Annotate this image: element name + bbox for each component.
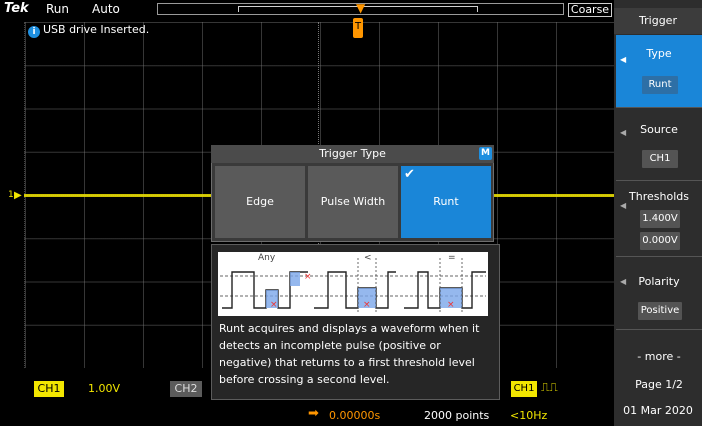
record-length: 2000 points — [424, 409, 490, 422]
run-state[interactable]: Run — [46, 2, 69, 16]
horizontal-position-icon: ➡ — [308, 406, 319, 421]
ch2-button[interactable]: CH2 — [170, 381, 202, 397]
ch1-ground-marker-icon[interactable]: ▶ — [14, 191, 22, 201]
type-value: Runt — [642, 76, 678, 94]
checkmark-icon: ✔ — [404, 167, 415, 182]
ch1-button[interactable]: CH1 — [34, 381, 64, 397]
notification-text: USB drive Inserted. — [43, 23, 150, 36]
diagram-label-any: Any — [258, 253, 276, 263]
threshold-upper-value[interactable]: 1.400V — [640, 210, 680, 228]
trigger-mode[interactable]: Auto — [92, 2, 120, 16]
side-item-thresholds[interactable]: ◀ Thresholds 1.400V 0.000V — [616, 181, 702, 257]
side-item-more[interactable]: - more - Page 1/2 — [616, 330, 702, 400]
runt-trigger-icon: ⎍⎍ — [541, 380, 558, 394]
side-menu-title: Trigger — [614, 8, 702, 34]
diagram-label-less: < — [364, 253, 372, 263]
date-display: 01 Mar 2020 — [623, 404, 693, 417]
diagram-label-equal: = — [448, 253, 456, 263]
source-label: Source — [640, 123, 678, 136]
trigger-t-icon: T — [354, 21, 362, 32]
polarity-label: Polarity — [638, 275, 680, 288]
svg-text:×: × — [304, 272, 312, 282]
side-item-type[interactable]: ◀ Type Runt — [616, 35, 702, 108]
trigger-source-badge[interactable]: CH1 — [511, 381, 537, 397]
horizontal-delay: 0.00000s — [329, 409, 381, 422]
info-icon: i — [28, 26, 40, 38]
side-item-source[interactable]: ◀ Source CH1 — [616, 108, 702, 181]
thresholds-label: Thresholds — [629, 190, 689, 203]
help-description: Runt acquires and displays a waveform wh… — [219, 322, 480, 386]
source-value: CH1 — [642, 150, 678, 168]
threshold-lower-value[interactable]: 0.000V — [640, 232, 680, 250]
runt-diagram: × × × × Any < = — [218, 252, 488, 316]
svg-text:×: × — [447, 300, 455, 310]
coarse-button[interactable]: Coarse — [568, 3, 612, 17]
edge-option-button[interactable]: Edge — [215, 166, 305, 238]
type-label: Type — [646, 47, 672, 60]
svg-text:×: × — [363, 300, 371, 310]
polarity-value: Positive — [638, 302, 682, 320]
ch1-marker-label: 1 — [8, 190, 14, 200]
page-indicator: Page 1/2 — [635, 378, 683, 391]
brand-logo: Tek — [4, 1, 29, 16]
dialog-title: Trigger Type — [211, 145, 494, 163]
trigger-frequency: <10Hz — [510, 409, 548, 422]
trigger-position-top-icon: ▼ — [356, 1, 366, 15]
multipurpose-badge: M — [479, 147, 492, 160]
usb-notification: i USB drive Inserted. — [28, 23, 149, 38]
svg-text:×: × — [270, 300, 278, 310]
more-label: - more - — [637, 350, 681, 363]
ch1-scale: 1.00V — [88, 382, 121, 395]
side-item-polarity[interactable]: ◀ Polarity Positive — [616, 257, 702, 330]
pulse-width-option-button[interactable]: Pulse Width — [308, 166, 398, 238]
